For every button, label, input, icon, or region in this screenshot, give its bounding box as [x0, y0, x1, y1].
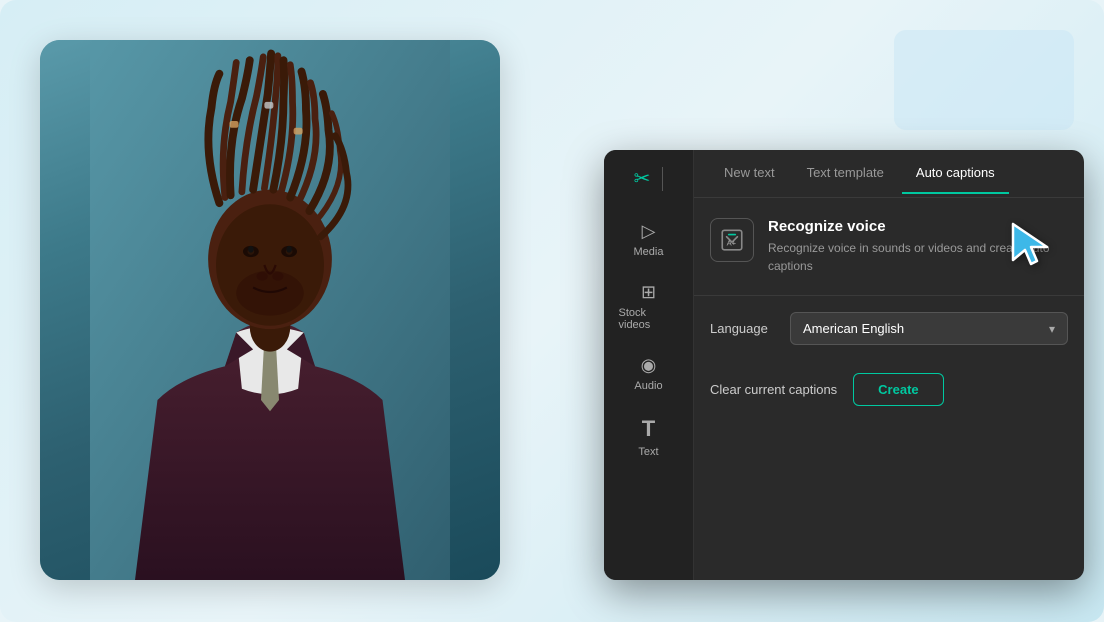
logo-area: ✂ [626, 166, 672, 191]
main-content: New text Text template Auto captions A+ … [694, 150, 1084, 580]
sidebar-item-media[interactable]: ▷ Media [611, 211, 687, 268]
chevron-down-icon: ▾ [1049, 322, 1055, 336]
clear-captions-button[interactable]: Clear current captions [710, 374, 837, 405]
tabs-bar: New text Text template Auto captions [694, 150, 1084, 198]
sidebar-item-audio[interactable]: ◉ Audio [611, 345, 687, 402]
photo-background [40, 40, 500, 580]
cursor-icon [1009, 220, 1057, 268]
sidebar-item-stock-videos-label: Stock videos [619, 307, 679, 331]
stock-videos-icon: ⊞ [641, 282, 656, 303]
sidebar-item-media-label: Media [634, 246, 664, 258]
create-button[interactable]: Create [853, 373, 943, 406]
language-selected-value: American English [803, 321, 904, 336]
photo-card [40, 40, 500, 580]
language-row: Language American English ▾ [694, 296, 1084, 361]
person-illustration [40, 40, 500, 580]
sidebar-item-text[interactable]: T Text [611, 406, 687, 468]
deco-rectangle [894, 30, 1074, 130]
auto-captions-icon: A+ [719, 227, 745, 253]
media-icon: ▷ [642, 221, 656, 242]
sidebar-item-stock-videos[interactable]: ⊞ Stock videos [611, 272, 687, 341]
sidebar-item-text-label: Text [638, 446, 658, 458]
sidebar: ✂ ▷ Media ⊞ Stock videos ◉ Audio T Text [604, 150, 694, 580]
tab-auto-captions[interactable]: Auto captions [902, 153, 1009, 194]
svg-text:A+: A+ [727, 238, 737, 247]
text-icon: T [642, 416, 655, 442]
actions-row: Clear current captions Create [694, 361, 1084, 418]
tab-new-text[interactable]: New text [710, 153, 789, 194]
sidebar-item-audio-label: Audio [634, 380, 662, 392]
editor-panel: ✂ ▷ Media ⊞ Stock videos ◉ Audio T Text … [604, 150, 1084, 580]
app-logo-icon: ✂ [634, 166, 651, 191]
tab-text-template[interactable]: Text template [793, 153, 898, 194]
logo-divider [662, 167, 663, 191]
language-select[interactable]: American English ▾ [790, 312, 1068, 345]
language-label: Language [710, 321, 774, 336]
recognize-voice-icon-box: A+ [710, 218, 754, 262]
audio-icon: ◉ [641, 355, 657, 376]
